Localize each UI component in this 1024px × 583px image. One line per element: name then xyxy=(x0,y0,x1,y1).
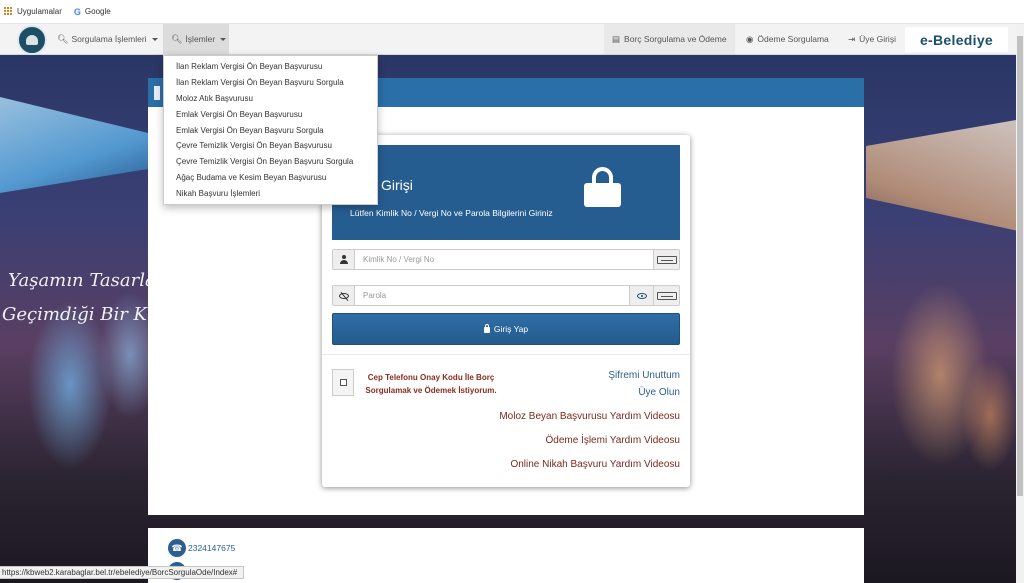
bookmarks-bar: Uygulamalar G Google xyxy=(0,0,1024,24)
browser-status-url: https://kbweb2.karabaglar.bel.tr/ebeledi… xyxy=(0,566,245,579)
menu-item-cevre-basvuru[interactable]: Çevre Temizlik Vergisi Ön Beyan Başvurus… xyxy=(164,138,377,154)
sms-option-label: Cep Telefonu Onay Kodu İle Borç Sorgulam… xyxy=(365,373,497,395)
menu-item-agac-budama[interactable]: Ağaç Budama ve Kesim Beyan Başvurusu xyxy=(164,170,377,186)
background-slogan-line2: Geçimdiği Bir K xyxy=(2,304,147,325)
nav-uye-label: Üye Girişi xyxy=(859,34,896,44)
browser-scrollbar[interactable] xyxy=(1016,24,1024,583)
login-button-label: Giriş Yap xyxy=(493,324,529,334)
search-icon: 🔍︎ xyxy=(57,33,69,44)
divider xyxy=(322,354,690,355)
top-navbar: 🔍︎ Sorgulama İşlemleri 🔍︎ İşlemler ▤ Bor… xyxy=(0,24,1024,55)
id-number-input[interactable] xyxy=(355,250,653,269)
caret-down-icon xyxy=(151,37,158,41)
video-link-moloz[interactable]: Moloz Beyan Başvurusu Yardım Videosu xyxy=(499,411,680,422)
login-icon: ⇥ xyxy=(848,33,856,44)
bookmark-google-label: Google xyxy=(84,7,111,16)
keyboard-icon[interactable] xyxy=(653,286,679,305)
login-button[interactable]: Giriş Yap xyxy=(332,313,680,345)
bookmark-apps-label: Uygulamalar xyxy=(17,7,62,16)
eye-slash-icon xyxy=(333,286,355,305)
register-link[interactable]: Üye Olun xyxy=(638,387,680,398)
islemler-dropdown-menu: İlan Reklam Vergisi Ön Beyan Başvurusu İ… xyxy=(163,55,378,205)
background-slogan-line1: Yaşamın Tasarlan xyxy=(8,270,168,291)
login-subtitle: Lütfen Kimlik No / Vergi No ve Parola Bi… xyxy=(350,208,553,218)
show-password-eye-icon[interactable] xyxy=(629,286,653,305)
login-card-header: Girişi Lütfen Kimlik No / Vergi No ve Pa… xyxy=(332,145,680,240)
nav-uye-girisi[interactable]: ⇥ Üye Girişi xyxy=(840,24,904,54)
nav-sorgulama-islemleri[interactable]: 🔍︎ Sorgulama İşlemleri xyxy=(49,24,166,54)
nav-islemler[interactable]: 🔍︎ İşlemler xyxy=(163,24,229,54)
nav-islemler-label: İşlemler xyxy=(185,34,216,44)
eye-icon: ◉ xyxy=(746,33,754,44)
video-link-odeme[interactable]: Ödeme İşlemi Yardım Videosu xyxy=(545,435,680,446)
phone-icon: ☎ xyxy=(168,539,186,557)
bookmark-google[interactable]: G Google xyxy=(74,7,111,17)
password-input-group xyxy=(332,285,680,306)
id-input-group xyxy=(332,249,680,270)
menu-item-nikah[interactable]: Nikah Başvuru İşlemleri xyxy=(164,185,377,201)
municipality-logo[interactable] xyxy=(17,25,47,55)
search-icon: 🔍︎ xyxy=(171,33,183,44)
login-title: Girişi xyxy=(381,177,413,193)
nav-odeme-sorgulama[interactable]: ◉ Ödeme Sorgulama xyxy=(738,24,837,54)
menu-item-ilan-reklam-sorgula[interactable]: İlan Reklam Vergisi Ön Beyan Başvuru Sor… xyxy=(164,75,377,91)
footer-panel: ☎ 2324147675 000 xyxy=(148,528,864,583)
bookmark-apps[interactable]: Uygulamalar xyxy=(4,7,62,16)
menu-item-emlak-basvuru[interactable]: Emlak Vergisi Ön Beyan Başvurusu xyxy=(164,106,377,122)
brand-logo-text[interactable]: e-Belediye xyxy=(905,27,1008,52)
user-icon xyxy=(333,250,355,269)
nav-odeme-label: Ödeme Sorgulama xyxy=(757,34,829,44)
nav-sorgulama-label: Sorgulama İşlemleri xyxy=(71,34,147,44)
menu-item-moloz-atik[interactable]: Moloz Atık Başvurusu xyxy=(164,91,377,107)
google-icon: G xyxy=(73,6,81,17)
lock-icon xyxy=(584,167,621,207)
footer-phone[interactable]: 2324147675 xyxy=(188,543,235,553)
scrollbar-thumb[interactable] xyxy=(1017,36,1023,496)
keyboard-icon[interactable] xyxy=(653,250,679,269)
menu-item-emlak-sorgula[interactable]: Emlak Vergisi Ön Beyan Başvuru Sorgula xyxy=(164,122,377,138)
nav-borc-sorgulama[interactable]: ▤ Borç Sorgulama ve Ödeme xyxy=(604,24,735,54)
credit-card-icon: ▤ xyxy=(612,33,621,44)
video-link-nikah[interactable]: Online Nikah Başvuru Yardım Videosu xyxy=(510,459,680,470)
lock-icon xyxy=(483,324,490,333)
forgot-password-link[interactable]: Şifremi Unuttum xyxy=(608,370,680,381)
apps-icon xyxy=(4,7,13,16)
nav-borc-label: Borç Sorgulama ve Ödeme xyxy=(624,34,727,44)
password-input[interactable] xyxy=(355,286,629,305)
menu-item-ilan-reklam-basvuru[interactable]: İlan Reklam Vergisi Ön Beyan Başvurusu xyxy=(164,59,377,75)
menu-item-cevre-sorgula[interactable]: Çevre Temizlik Vergisi Ön Beyan Başvuru … xyxy=(164,154,377,170)
caret-down-icon xyxy=(220,37,227,41)
sms-checkbox[interactable] xyxy=(332,369,354,396)
